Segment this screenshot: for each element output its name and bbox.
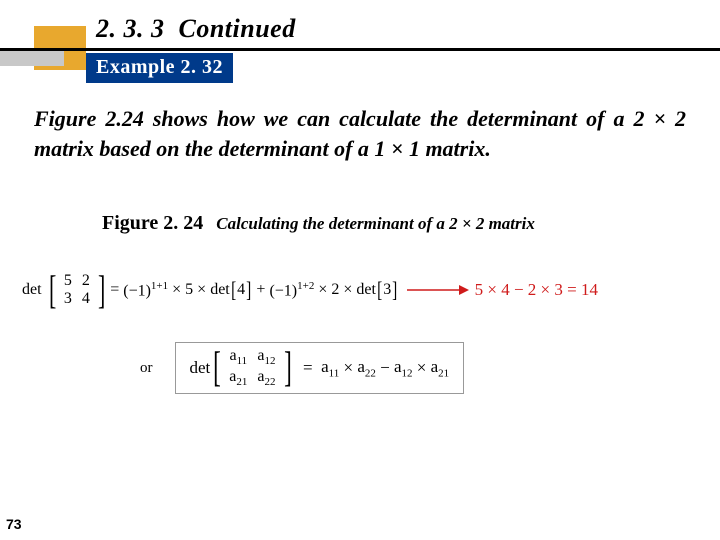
rb2-icon: ] (392, 270, 397, 310)
section-number: 2. 3. 3 (96, 14, 165, 43)
neg2-exp: 1+2 (297, 280, 314, 292)
lb-g-icon: [ (213, 348, 221, 388)
neg1-base: (−1) (123, 282, 151, 299)
rb-g-icon: ] (284, 348, 292, 388)
m11: 4 (82, 290, 90, 308)
right-bracket-icon: ] (98, 270, 105, 310)
a12: a12 (257, 347, 275, 368)
two: 2 (331, 281, 339, 299)
minor1-val: 4 (237, 281, 245, 299)
times-g2: × (417, 358, 427, 378)
neg1-exp: 1+1 (151, 280, 168, 292)
figure-description: Calculating the determinant of a 2 × 2 m… (216, 214, 535, 233)
boxed-formula: det [ a11 a21 a12 a22 ] = a11 × a22 − a1… (175, 342, 465, 394)
figure-caption: Figure 2. 24 Calculating the determinant… (102, 212, 535, 235)
neg2-base: (−1) (269, 282, 297, 299)
minor-1: [ 4 ] (230, 270, 253, 310)
body-paragraph: Figure 2.24 shows how we can calculate t… (34, 104, 686, 163)
page-number: 73 (6, 516, 22, 532)
gcol2: a12 a22 (252, 347, 280, 389)
times-3: × (318, 281, 327, 299)
general-formula-row: or det [ a11 a21 a12 a22 ] = a11 × a22 −… (140, 340, 580, 396)
r-a11: a11 (321, 357, 339, 379)
equation-result: 5 × 4 − 2 × 3 = 14 (475, 280, 598, 300)
section-word: Continued (179, 14, 296, 43)
det3: det (356, 281, 376, 299)
plus: + (256, 281, 265, 299)
term-2: (−1)1+2 × 2 × det [ 3 ] (269, 270, 398, 310)
equals-1: = (110, 281, 119, 299)
times-4: × (343, 281, 352, 299)
r-a21: a21 (431, 357, 450, 379)
matrix-2x2: [ 5 3 2 4 ] (46, 270, 109, 310)
rb1-icon: ] (246, 270, 251, 310)
minor2-val: 3 (383, 281, 391, 299)
eq-g: = (303, 358, 313, 378)
det-g: det (190, 358, 211, 378)
m00: 5 (64, 272, 72, 290)
matrix-col2: 2 4 (77, 272, 95, 309)
gcol1: a11 a21 (224, 347, 252, 389)
times-2: × (197, 281, 206, 299)
arrow-right-icon (407, 283, 469, 297)
term-1: (−1)1+1 × 5 × det [ 4 ] (123, 270, 252, 310)
a21: a21 (229, 368, 247, 389)
left-bracket-icon: [ (49, 270, 56, 310)
times-g1: × (343, 358, 353, 378)
m10: 3 (64, 290, 72, 308)
minus-g: − (380, 358, 390, 378)
lb1-icon: [ (231, 270, 236, 310)
section-title: 2. 3. 3 Continued (96, 14, 296, 44)
equation-expansion: det [ 5 3 2 4 ] = (−1)1+1 × 5 × det [ 4 … (22, 260, 702, 320)
r-a22: a22 (357, 357, 376, 379)
m01: 2 (82, 272, 90, 290)
accent-gray-strip (0, 51, 64, 66)
a22: a22 (257, 368, 275, 389)
times-1: × (172, 281, 181, 299)
five: 5 (185, 281, 193, 299)
example-label: Example 2. 32 (96, 56, 223, 78)
r-a12: a12 (394, 357, 413, 379)
matrix-col1: 5 3 (59, 272, 77, 309)
title-underline (0, 48, 720, 51)
example-badge: Example 2. 32 (86, 53, 233, 83)
figure-label: Figure 2. 24 (102, 212, 203, 234)
minor-2: [ 3 ] (376, 270, 399, 310)
det2: det (210, 281, 230, 299)
or-label: or (140, 360, 153, 377)
matrix-general: [ a11 a21 a12 a22 ] (210, 347, 294, 389)
det-label: det (22, 281, 42, 299)
a11: a11 (229, 347, 247, 368)
lb2-icon: [ (377, 270, 382, 310)
